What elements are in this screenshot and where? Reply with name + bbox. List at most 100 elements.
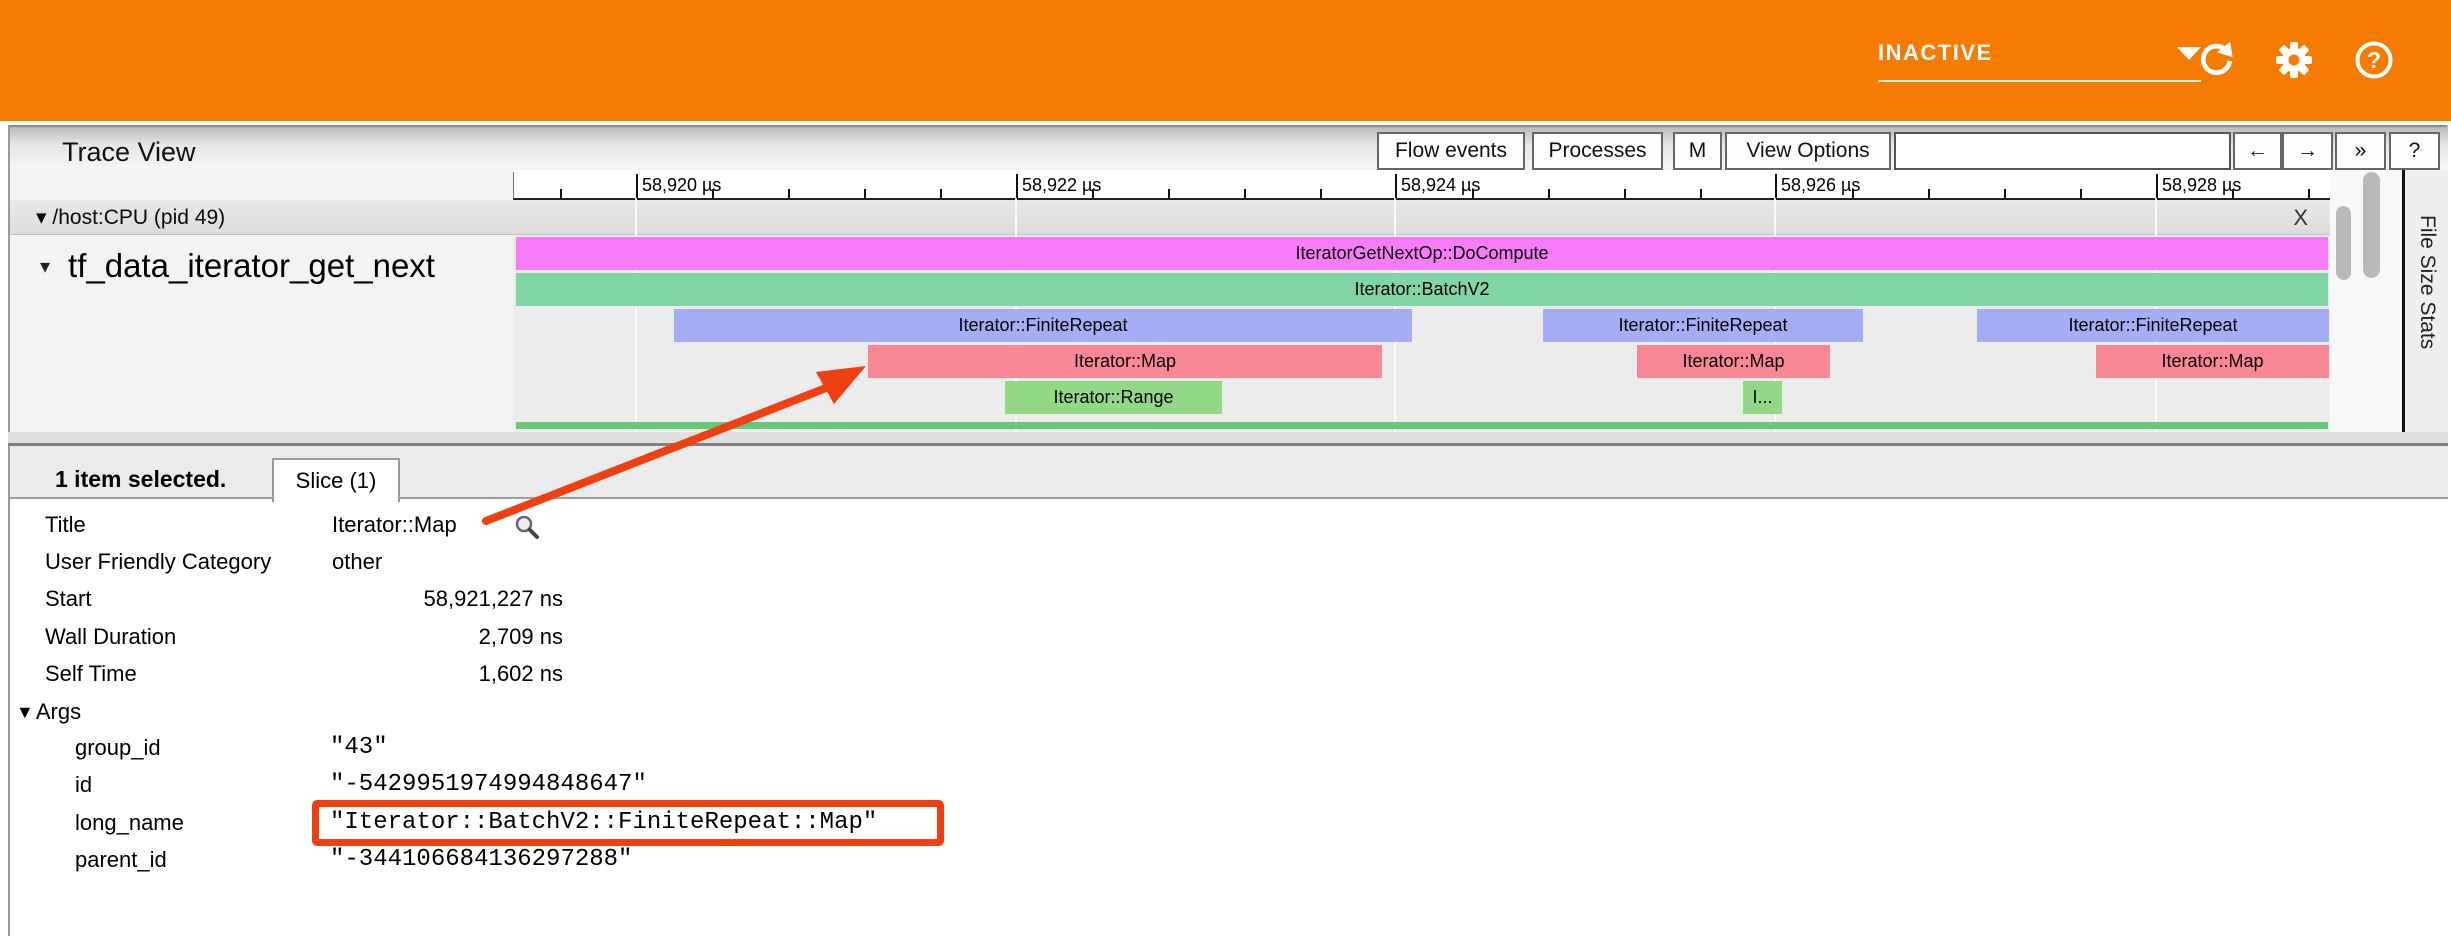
trace-slice[interactable]: Iterator::BatchV2	[516, 273, 2328, 306]
detail-row: Wall Duration 2,709 ns	[0, 623, 1200, 651]
detail-value: 58,921,227 ns	[353, 585, 563, 613]
detail-value: other	[332, 548, 382, 576]
trace-slice[interactable]: Iterator::FiniteRepeat	[1977, 309, 2329, 342]
ruler-minor-tick	[712, 189, 714, 198]
trace-slice[interactable]: Iterator::Map	[2096, 345, 2329, 378]
detail-label: Title	[45, 511, 86, 539]
ruler-tick-label: 58,922 µs	[1022, 175, 1101, 196]
ruler-minor-tick	[1852, 189, 1854, 198]
nav-back-button[interactable]: ←	[2233, 132, 2282, 170]
arg-row: group_id"43"	[0, 733, 1200, 763]
detail-label: User Friendly Category	[45, 548, 271, 576]
scrollbar-gutter	[2330, 170, 2402, 443]
ruler-minor-tick	[2308, 189, 2310, 198]
track-row-label[interactable]: ▾ tf_data_iterator_get_next	[40, 247, 513, 285]
ruler-tick-label: 58,926 µs	[1781, 175, 1860, 196]
ruler-minor-tick	[2080, 189, 2082, 198]
file-size-stats-label: File Size Stats	[2415, 215, 2439, 349]
expander-icon[interactable]: ▾	[36, 206, 47, 229]
arg-row: parent_id "-344106684136297288"	[0, 845, 1200, 875]
ruler-tick-label: 58,928 µs	[2162, 175, 2241, 196]
ruler-minor-tick	[1548, 189, 1550, 198]
detail-label: Start	[45, 585, 91, 613]
gear-icon[interactable]	[2274, 40, 2314, 85]
arg-row: id "-5429951974994848647"	[0, 770, 1200, 800]
svg-text:?: ?	[2367, 47, 2381, 73]
panel-resize-gap[interactable]	[8, 432, 2448, 443]
help-icon[interactable]: ?	[2354, 40, 2394, 85]
arg-label: id	[75, 770, 92, 800]
toolbar-button-processes[interactable]: Processes	[1532, 132, 1663, 170]
search-icon[interactable]	[514, 514, 540, 547]
ruler-minor-tick	[2004, 189, 2006, 198]
trace-slice[interactable]: Iterator::FiniteRepeat	[1543, 309, 1863, 342]
ruler-minor-tick	[864, 189, 866, 198]
nav-forward-button[interactable]: →	[2282, 132, 2333, 170]
vertical-scrollbar-thumb[interactable]	[2336, 206, 2351, 280]
args-section-header[interactable]: ▼ Args	[16, 698, 81, 726]
track-label-column: ▾ tf_data_iterator_get_next	[10, 235, 513, 432]
detail-label: Self Time	[45, 660, 137, 688]
page-title: Trace View	[62, 137, 196, 168]
run-selector-value[interactable]: INACTIVE	[1878, 40, 1993, 66]
arg-value: "-344106684136297288"	[330, 845, 632, 875]
nav-more-button[interactable]: »	[2335, 132, 2386, 170]
run-selector[interactable]: INACTIVE	[1878, 40, 2201, 82]
app-header-bar: INACTIVE	[0, 0, 2451, 121]
detail-row: User Friendly Category other	[0, 548, 1200, 576]
ruler-minor-tick	[560, 189, 562, 198]
args-label: Args	[36, 698, 81, 726]
search-input[interactable]	[1894, 132, 2231, 170]
trace-slice[interactable]: Iterator::Range	[1005, 381, 1222, 414]
ruler-left-spacer	[10, 170, 513, 200]
major-gridline	[635, 198, 637, 432]
help-button[interactable]: ?	[2389, 132, 2440, 170]
selection-status: 1 item selected.	[55, 466, 226, 493]
ruler-minor-tick	[1700, 189, 1702, 198]
detail-row: Start 58,921,227 ns	[0, 585, 1200, 613]
refresh-icon[interactable]	[2196, 41, 2234, 84]
process-header-label: ▾ /host:CPU (pid 49)	[36, 205, 225, 230]
expander-icon[interactable]: ▼	[16, 698, 34, 726]
ruler-major-tick	[2156, 174, 2158, 198]
trace-slice[interactable]: I...	[1743, 381, 1782, 414]
detail-value: Iterator::Map	[332, 511, 457, 539]
detail-label: Wall Duration	[45, 623, 176, 651]
ruler-minor-tick	[1168, 189, 1170, 198]
trace-thin-bar[interactable]	[516, 422, 2328, 429]
detail-row: Self Time 1,602 ns	[0, 660, 1200, 688]
ruler-major-tick	[636, 174, 638, 198]
ruler-tick-label: 58,924 µs	[1401, 175, 1480, 196]
file-size-stats-panel[interactable]: File Size Stats	[2402, 170, 2448, 443]
trace-slice[interactable]: Iterator::Map	[868, 345, 1382, 378]
arg-label: parent_id	[75, 845, 167, 875]
ruler-major-tick	[1016, 174, 1018, 198]
toolbar-button-view-options[interactable]: View Options	[1725, 132, 1891, 170]
time-ruler: 58,920 µs58,922 µs58,924 µs58,926 µs58,9…	[513, 172, 2358, 200]
expander-icon[interactable]: ▾	[40, 254, 50, 279]
ruler-minor-tick	[1928, 189, 1930, 198]
timeline-canvas[interactable]: IteratorGetNextOp::DoComputeIterator::Ba…	[513, 198, 2330, 432]
trace-slice[interactable]: Iterator::FiniteRepeat	[674, 309, 1412, 342]
detail-value: 2,709 ns	[353, 623, 563, 651]
ruler-minor-tick	[1092, 189, 1094, 198]
track-name-text: tf_data_iterator_get_next	[68, 247, 435, 285]
ruler-major-tick	[1395, 174, 1397, 198]
ruler-minor-tick	[788, 189, 790, 198]
ruler-minor-tick	[2232, 189, 2234, 198]
ruler-minor-tick	[1624, 189, 1626, 198]
ruler-minor-tick	[1320, 189, 1322, 198]
ruler-minor-tick	[1244, 189, 1246, 198]
toolbar-button-m[interactable]: M	[1673, 132, 1722, 170]
trace-slice[interactable]: IteratorGetNextOp::DoCompute	[516, 237, 2328, 270]
detail-value: 1,602 ns	[353, 660, 563, 688]
vertical-scrollbar-thumb[interactable]	[2363, 172, 2380, 278]
toolbar-button-flow-events[interactable]: Flow events	[1377, 132, 1525, 170]
tab-slice[interactable]: Slice (1)	[272, 458, 400, 502]
arg-value: "-5429951974994848647"	[330, 770, 647, 800]
detail-row: Title Iterator::Map	[0, 511, 1200, 539]
trace-slice[interactable]: Iterator::Map	[1637, 345, 1830, 378]
trace-viewer-page: INACTIVE	[0, 0, 2451, 936]
annotation-highlight-box	[312, 800, 944, 846]
ruler-minor-tick	[940, 189, 942, 198]
